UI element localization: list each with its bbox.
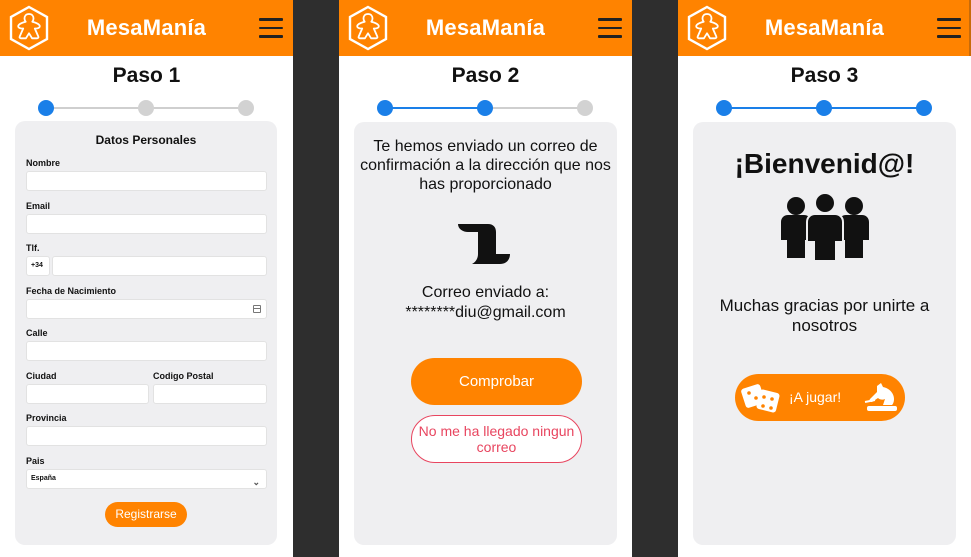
sent-label: Correo enviado a: [421, 284, 550, 301]
calendar-icon[interactable] [253, 305, 261, 313]
step-dot-2 [138, 100, 154, 116]
label-pais: Pais [26, 456, 45, 466]
hamburger-menu-icon[interactable] [259, 18, 283, 38]
step-dot-2 [816, 100, 832, 116]
meeple-logo-icon[interactable] [7, 5, 51, 51]
step-dot-1 [716, 100, 732, 116]
confirmation-card: Te hemos enviado un correo de confirmaci… [354, 122, 617, 545]
welcome-heading: ¡Bienvenid@! [734, 148, 915, 179]
step-dot-3 [916, 100, 932, 116]
city-input[interactable] [26, 384, 149, 404]
step-title: Paso 3 [790, 64, 859, 87]
step-dot-1 [38, 100, 54, 116]
label-provincia: Provincia [26, 413, 67, 423]
confirmation-message: Te hemos enviado un correo de confirmaci… [360, 138, 611, 193]
scroll-icon [458, 224, 510, 265]
step-dot-1 [377, 100, 393, 116]
step-title: Paso 1 [112, 64, 181, 87]
postal-code-input[interactable] [153, 384, 267, 404]
step-dot-3 [238, 100, 254, 116]
group-people-icon [781, 192, 869, 262]
hamburger-menu-icon[interactable] [598, 18, 622, 38]
personal-data-form: Datos Personales Nombre Email Tlf. +34 F… [15, 121, 277, 545]
screen-step-1: MesaManía Paso 1 Datos Personales Nombre… [0, 0, 293, 557]
label-nombre: Nombre [26, 158, 61, 168]
phone-prefix[interactable]: +34 [26, 256, 50, 276]
form-title: Datos Personales [95, 133, 197, 147]
hamburger-menu-icon[interactable] [937, 18, 961, 38]
progress-stepper [38, 98, 255, 120]
play-button[interactable]: ¡A jugar! [735, 374, 905, 421]
meeple-logo-icon[interactable] [685, 5, 729, 51]
app-header: MesaManía [678, 0, 971, 56]
chevron-down-icon: ⌄ [252, 477, 260, 487]
app-header: MesaManía [0, 0, 293, 56]
meeple-logo-icon[interactable] [346, 5, 390, 51]
check-button[interactable]: Comprobar [411, 358, 582, 405]
step-dot-2 [477, 100, 493, 116]
welcome-card: ¡Bienvenid@! Muchas gracias por unirte a… [693, 122, 956, 545]
email-sent-info: Correo enviado a: ********diu@gmail.com [354, 283, 617, 323]
phone-input[interactable] [52, 256, 267, 276]
screen-step-3: MesaManía Paso 3 ¡Bienvenid@! Muchas gra… [678, 0, 971, 557]
nombre-input[interactable] [26, 171, 267, 191]
horse-chess-icon [864, 383, 897, 411]
play-button-label: ¡A jugar! [789, 389, 842, 405]
birthdate-input[interactable] [26, 299, 267, 319]
thanks-message: Muchas gracias por unirte a nosotros [719, 296, 930, 335]
label-tlf: Tlf. [26, 243, 40, 253]
dice-icon [741, 384, 780, 413]
label-codigo-postal: Codigo Postal [153, 371, 214, 381]
label-fecha: Fecha de Nacimiento [26, 286, 117, 296]
no-mail-received-button[interactable]: No me ha llegado ningun correo [411, 415, 582, 463]
step-title: Paso 2 [451, 64, 520, 87]
email-input[interactable] [26, 214, 267, 234]
label-calle: Calle [26, 328, 48, 338]
progress-stepper [377, 98, 594, 120]
screen-step-2: MesaManía Paso 2 Te hemos enviado un cor… [339, 0, 632, 557]
street-input[interactable] [26, 341, 267, 361]
masked-email: ********diu@gmail.com [405, 304, 566, 321]
country-selected-value: España [31, 475, 56, 482]
label-ciudad: Ciudad [26, 371, 57, 381]
progress-stepper [716, 98, 933, 120]
label-email: Email [26, 201, 51, 211]
province-input[interactable] [26, 426, 267, 446]
app-header: MesaManía [339, 0, 632, 56]
step-dot-3 [577, 100, 593, 116]
stage: MesaManía Paso 1 Datos Personales Nombre… [0, 0, 971, 557]
country-select[interactable]: España ⌄ [26, 469, 267, 489]
register-button[interactable]: Registrarse [105, 502, 187, 527]
